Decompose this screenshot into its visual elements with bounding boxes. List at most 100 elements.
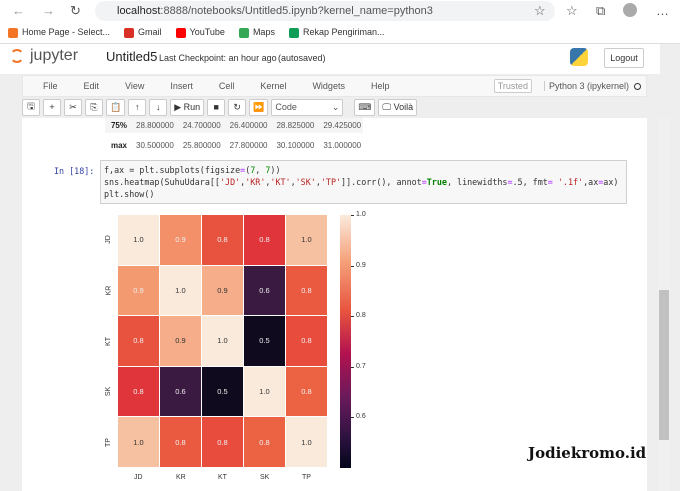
heatmap-annotation: 0.8 [301,285,312,295]
forward-icon[interactable]: → [42,3,55,18]
heatmap-cell: 1.0 [286,417,327,467]
y-tick-label: KT [104,336,112,346]
heatmap-annotation: 0.8 [133,387,144,397]
x-tick-label: SK [260,474,270,481]
heatmap-annotation: 1.0 [259,387,270,397]
heatmap-cell: 0.6 [244,265,285,316]
restart-icon[interactable]: ↻ [228,98,247,116]
heatmap-cell: 0.9 [202,265,243,316]
colorbar-tick [351,316,354,318]
table-cell: 26.400000 [229,121,268,130]
table-cell: 30.100000 [276,141,315,150]
paste-icon[interactable]: 📋 [106,98,126,116]
heatmap-cell: 1.0 [160,265,201,316]
heatmap-annotation: 1.0 [301,235,312,245]
cut-icon[interactable]: ✂ [64,98,82,116]
jupyter-logo-icon [10,49,24,63]
heatmap-cell: 1.0 [118,417,159,467]
heatmap-cell: 1.0 [286,215,327,265]
notebook-name[interactable]: Untitled5 [106,49,157,64]
bookmark-item[interactable]: YouTube [175,27,225,38]
bookmark-icon [8,27,18,38]
heatmap-annotation: 1.0 [217,336,228,346]
heatmap-annotation: 0.8 [175,437,186,447]
colorbar-tick-label: 1.0 [356,211,366,218]
menu-help[interactable]: Help [371,81,390,91]
move-down-icon[interactable]: ↓ [149,98,168,116]
menu-file[interactable]: File [43,81,58,91]
table-cell: 24.700000 [182,121,221,130]
favorites-icon[interactable]: ☆ [566,3,578,19]
menu-insert[interactable]: Insert [170,81,193,91]
table-cell: 29.425000 [323,121,362,130]
bookmark-icon [288,27,299,38]
heatmap-annotation: 0.6 [259,285,270,295]
collections-icon[interactable]: ⧉ [596,3,605,19]
menu-bar: File Edit View Insert Cell Kernel Widgets Help … [22,75,647,97]
heatmap-cell: 0.8 [118,316,159,366]
run-all-icon[interactable]: ⏩ [249,98,269,116]
colorbar-tick-label: 0.7 [356,362,366,370]
heatmap-annotation: 1.0 [133,235,144,245]
copy-icon[interactable]: ⎘ [85,98,103,116]
heatmap-annotation: 0.8 [259,437,270,447]
x-tick-label: TP [302,474,311,481]
insert-cell-icon[interactable]: + [43,98,61,116]
x-tick-label: KR [176,474,186,481]
menu-widgets[interactable]: Widgets [312,81,345,91]
menu-view[interactable]: View [125,81,144,91]
autosave-status: (autosaved) [278,53,326,63]
stop-icon[interactable]: ■ [207,98,226,116]
python-logo-icon [570,48,588,66]
y-tick-label: TP [104,437,112,447]
colorbar-tick [351,417,354,419]
avatar[interactable] [623,3,637,17]
heatmap-cell: 0.5 [244,316,285,366]
heatmap-annotation: 0.8 [217,235,228,245]
reload-icon[interactable]: ↻ [70,3,81,19]
heatmap-cell: 0.8 [244,215,285,265]
kernel-status-icon [634,82,641,90]
jupyter-header: jupyter Untitled5 Last Checkpoint: an ho… [0,44,660,74]
heatmap-annotation: 1.0 [301,437,312,447]
back-icon[interactable]: ← [12,3,25,18]
code-cell-input[interactable]: f,ax = plt.subplots(figsize=(7, 7)) sns.… [100,160,627,204]
heatmap-annotation: 0.5 [259,336,270,346]
heatmap-cell: 0.8 [244,417,285,467]
bookmark-icon [238,27,249,38]
trusted-badge[interactable]: Trusted [493,79,532,93]
x-tick-label: JD [134,474,143,481]
voila-button[interactable]: 🖵 Voilà [378,98,418,116]
notebook-toolbar: 🖫 + ✂ ⎘ 📋 ↑ ↓ ▶ Run ■ ↻ ⏩ Code ⌄ ⌨ 🖵 Voil… [22,97,647,117]
bookmark-item[interactable]: Home Page - Select... [8,27,110,38]
favorite-star-icon[interactable]: ☆ [534,3,546,19]
bookmark-item[interactable]: Maps [238,27,275,38]
move-up-icon[interactable]: ↑ [128,98,147,116]
y-tick-label: KR [105,285,113,296]
bookmark-item[interactable]: Gmail [124,27,162,38]
heatmap-annotation: 1.0 [175,285,186,295]
jupyter-logo[interactable]: jupyter [30,47,78,65]
address-bar[interactable]: localhost:8888/notebooks/Untitled5.ipynb… [95,1,555,21]
cell-type-select[interactable]: Code ⌄ [271,98,344,116]
heatmap-annotation: 0.6 [175,387,186,397]
save-icon[interactable]: 🖫 [22,98,40,116]
menu-edit[interactable]: Edit [84,81,100,91]
table-cell: 30.500000 [136,141,174,150]
kernel-indicator: Python 3 (ipykernel) [543,81,629,91]
colorbar-tick-label: 0.6 [356,413,366,421]
x-tick-label: KT [218,474,227,481]
row-label: max [110,141,127,150]
heatmap-annotation: 0.9 [175,235,186,245]
scrollbar-thumb[interactable] [659,290,669,440]
keyboard-icon[interactable]: ⌨ [354,98,376,116]
more-icon[interactable]: … [656,3,669,18]
heatmap-cell: 0.8 [202,215,243,265]
menu-kernel[interactable]: Kernel [260,81,286,91]
menu-cell[interactable]: Cell [219,81,235,91]
bookmark-icon [175,27,186,38]
logout-button[interactable]: Logout [604,48,644,68]
heatmap-annotation: 0.9 [133,285,144,295]
bookmark-item[interactable]: Rekap Pengiriman... [288,27,385,38]
run-button[interactable]: ▶ Run [170,98,205,116]
